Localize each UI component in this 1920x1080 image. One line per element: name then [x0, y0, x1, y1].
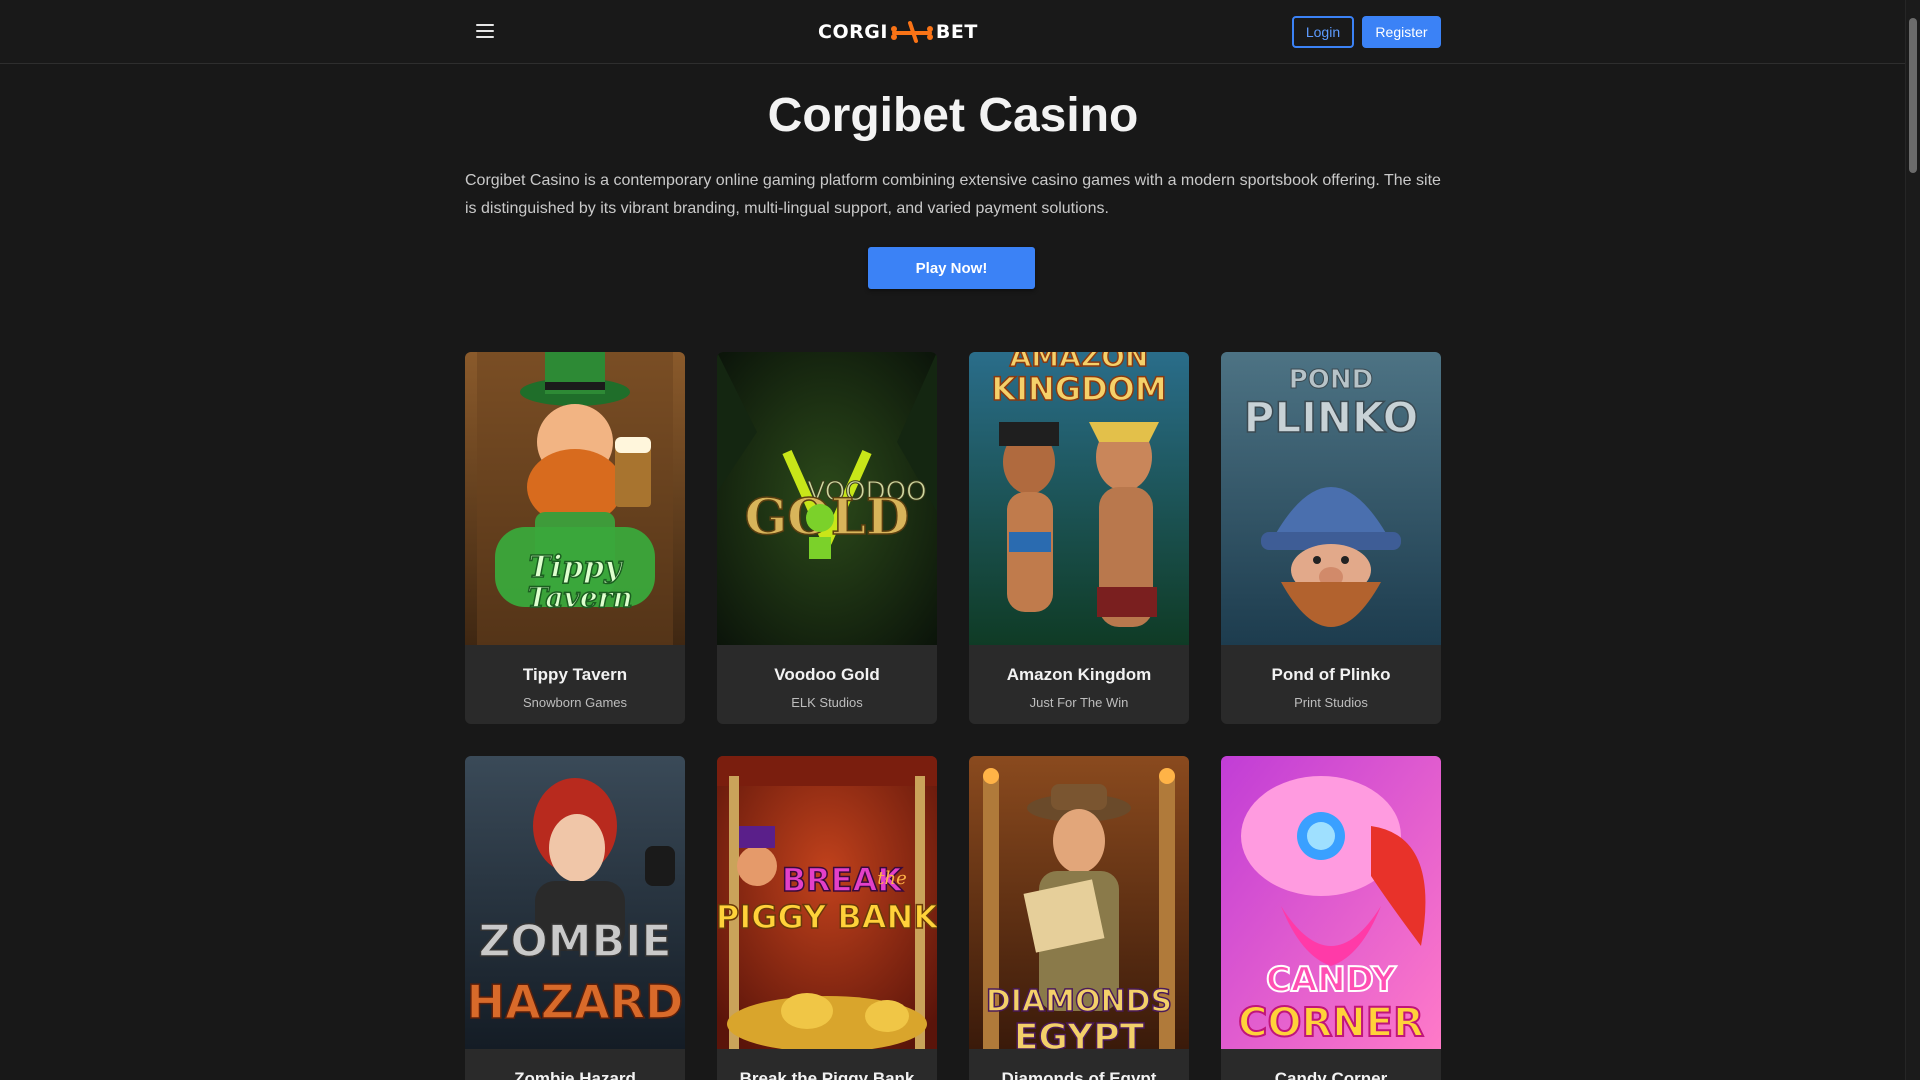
game-card[interactable]: CANDY CORNER Candy Corner — [1221, 756, 1441, 1080]
scrollbar-thumb[interactable] — [1909, 18, 1917, 173]
top-navbar: CORGI BET Login Register — [0, 0, 1906, 64]
game-title: Diamonds of Egypt — [1001, 1069, 1157, 1080]
svg-text:KINGDOM: KINGDOM — [991, 370, 1166, 408]
corgibet-logo[interactable]: CORGI BET — [818, 16, 978, 48]
game-card[interactable]: POND PLINKO Pond of Plinko Print Studios — [1221, 352, 1441, 724]
page-title: Corgibet Casino — [767, 89, 1139, 142]
game-title: Candy Corner — [1274, 1069, 1388, 1080]
svg-text:ZOMBIE: ZOMBIE — [478, 916, 671, 967]
logo-text-left: CORGI — [818, 21, 888, 43]
logo-text-right: BET — [935, 21, 978, 43]
svg-text:HAZARD: HAZARD — [467, 975, 684, 1029]
game-provider: ELK Studios — [791, 695, 863, 710]
game-thumbnail-amazon-kingdom: AMAZON KINGDOM — [969, 352, 1189, 645]
hero-description: Corgibet Casino is a contemporary online… — [465, 172, 1441, 217]
game-card[interactable]: VOODOO GOLD Voodoo Gold ELK Studios — [717, 352, 937, 724]
logo-bone-icon — [890, 21, 933, 43]
game-thumbnail-zombie-hazard: ZOMBIE HAZARD — [465, 756, 685, 1049]
game-card[interactable]: ZOMBIE HAZARD Zombie Hazard — [465, 756, 685, 1080]
game-title: Voodoo Gold — [774, 665, 880, 684]
page-scrollbar[interactable] — [1905, 0, 1920, 1080]
game-card[interactable]: BREAK the PIGGY BANK Break the Piggy Ban… — [717, 756, 937, 1080]
login-button[interactable]: Login — [1292, 16, 1354, 48]
game-provider: Just For The Win — [1029, 695, 1129, 710]
game-title: Tippy Tavern — [522, 665, 628, 684]
svg-text:EGYPT: EGYPT — [1014, 1017, 1145, 1049]
game-provider: Print Studios — [1294, 695, 1368, 710]
register-button[interactable]: Register — [1362, 16, 1441, 48]
game-thumbnail-diamonds-of-egypt: DIAMONDS EGYPT — [969, 756, 1189, 1049]
page: CORGI BET Login Register Corgibet Casino… — [0, 0, 1920, 1080]
game-title: Zombie Hazard — [514, 1069, 636, 1080]
svg-text:CANDY: CANDY — [1266, 960, 1396, 1000]
play-now-button[interactable]: Play Now! — [868, 247, 1035, 289]
svg-text:DIAMONDS: DIAMONDS — [986, 984, 1172, 1019]
svg-text:the: the — [877, 868, 906, 889]
game-card[interactable]: DIAMONDS EGYPT Diamonds of Egypt — [969, 756, 1189, 1080]
svg-text:Tavern: Tavern — [527, 581, 633, 614]
svg-text:CORNER: CORNER — [1238, 1000, 1424, 1046]
game-title: Pond of Plinko — [1271, 665, 1391, 684]
game-provider: Snowborn Games — [522, 695, 628, 710]
svg-text:Tippy: Tippy — [528, 550, 624, 585]
game-thumbnail-voodoo-gold: VOODOO GOLD — [717, 352, 937, 645]
game-thumbnail-pond-of-plinko: POND PLINKO — [1221, 352, 1441, 645]
game-card[interactable]: Tippy Tavern Tippy Tavern Snowborn Games — [465, 352, 685, 724]
hamburger-menu-icon[interactable] — [470, 16, 500, 46]
game-thumbnail-tippy-tavern: Tippy Tavern — [465, 352, 685, 645]
svg-text:PIGGY BANK: PIGGY BANK — [717, 898, 937, 936]
game-thumbnail-break-the-piggy-bank: BREAK the PIGGY BANK — [717, 756, 937, 1049]
game-title: Break the Piggy Bank — [739, 1069, 915, 1080]
svg-text:POND: POND — [1289, 365, 1374, 395]
game-title: Amazon Kingdom — [1006, 665, 1152, 684]
games-grid: Tippy Tavern Tippy Tavern Snowborn Games — [465, 352, 1441, 1080]
svg-text:PLINKO: PLINKO — [1244, 393, 1419, 442]
game-thumbnail-candy-corner: CANDY CORNER — [1221, 756, 1441, 1049]
game-card[interactable]: AMAZON KINGDOM Amazon Kingdom Just For T… — [969, 352, 1189, 724]
